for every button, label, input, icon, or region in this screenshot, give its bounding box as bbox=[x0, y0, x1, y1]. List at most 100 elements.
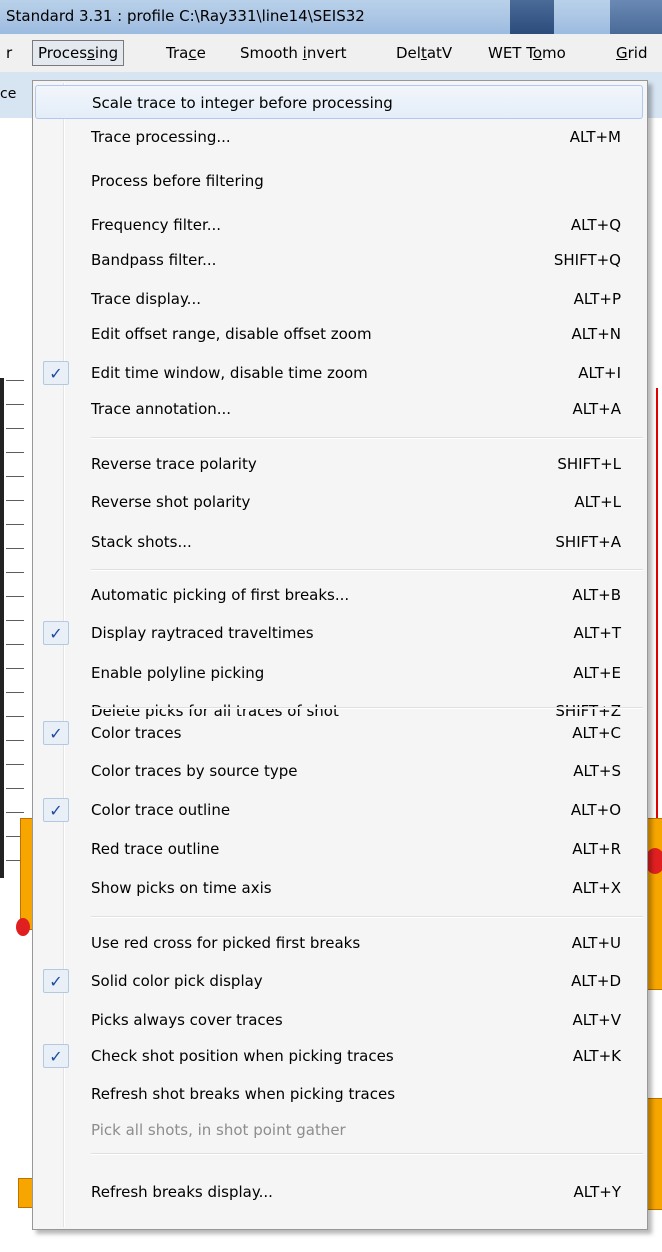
menu-item-label: Edit offset range, disable offset zoom bbox=[91, 325, 372, 343]
trace-red-line bbox=[656, 388, 658, 868]
menu-processing[interactable]: Processing bbox=[32, 40, 125, 66]
menu-grid[interactable]: Grid bbox=[616, 34, 647, 72]
menu-item-check-shot-position[interactable]: ✓ Check shot position when picking trace… bbox=[35, 1039, 643, 1073]
menu-item-shortcut: SHIFT+Q bbox=[553, 251, 621, 269]
window-title: Standard 3.31 : profile C:\Ray331\line14… bbox=[6, 7, 365, 25]
menu-item-label: Enable polyline picking bbox=[91, 664, 265, 682]
menu-separator bbox=[91, 569, 643, 571]
menu-item-label: Reverse shot polarity bbox=[91, 493, 251, 511]
menu-item-frequency-filter[interactable]: Frequency filter... ALT+Q bbox=[35, 208, 643, 242]
menu-item-trace-annotation[interactable]: Trace annotation... ALT+A bbox=[35, 392, 643, 426]
menu-item-shortcut: ALT+D bbox=[571, 972, 621, 990]
menu-item-use-red-cross[interactable]: Use red cross for picked first breaks AL… bbox=[35, 926, 643, 960]
menu-item-shortcut: ALT+L bbox=[574, 493, 621, 511]
menu-item-color-traces[interactable]: ✓ Color traces ALT+C bbox=[35, 716, 643, 750]
menu-item-pick-all-shots: Pick all shots, in shot point gather bbox=[35, 1113, 643, 1147]
menu-item-shortcut: ALT+S bbox=[573, 762, 621, 780]
menu-item-display-raytraced[interactable]: ✓ Display raytraced traveltimes ALT+T bbox=[35, 616, 643, 650]
menu-item-shortcut: ALT+X bbox=[572, 879, 621, 897]
menu-smooth-invert[interactable]: Smooth invert bbox=[240, 34, 347, 72]
menu-item-shortcut: ALT+Y bbox=[573, 1183, 621, 1201]
menu-item-stack-shots[interactable]: Stack shots... SHIFT+A bbox=[35, 525, 643, 559]
menu-item-label: Reverse trace polarity bbox=[91, 455, 257, 473]
menu-item-shortcut: ALT+R bbox=[572, 840, 621, 858]
menu-item-reverse-shot-polarity[interactable]: Reverse shot polarity ALT+L bbox=[35, 485, 643, 519]
strip-label: ce bbox=[0, 86, 17, 102]
menu-item-trace-display[interactable]: Trace display... ALT+P bbox=[35, 282, 643, 316]
menu-item-label: Bandpass filter... bbox=[91, 251, 217, 269]
menu-item-label: Refresh shot breaks when picking traces bbox=[91, 1085, 396, 1103]
menu-item-label: Refresh breaks display... bbox=[91, 1183, 273, 1201]
menu-item-color-trace-outline[interactable]: ✓ Color trace outline ALT+O bbox=[35, 793, 643, 827]
menu-item-shortcut: ALT+M bbox=[569, 128, 621, 146]
menu-item-label: Automatic picking of first breaks... bbox=[91, 586, 350, 604]
menu-item-label: Color trace outline bbox=[91, 801, 231, 819]
menu-item-label: Display raytraced traveltimes bbox=[91, 624, 314, 642]
menu-item-label: Pick all shots, in shot point gather bbox=[91, 1121, 346, 1139]
menu-separator bbox=[91, 437, 643, 439]
menu-item-picks-cover-traces[interactable]: Picks always cover traces ALT+V bbox=[35, 1003, 643, 1037]
menu-item-label: Color traces bbox=[91, 724, 182, 742]
menu-item-label: Use red cross for picked first breaks bbox=[91, 934, 361, 952]
menu-item-show-picks-time-axis[interactable]: Show picks on time axis ALT+X bbox=[35, 871, 643, 905]
menu-item-edit-offset-range[interactable]: Edit offset range, disable offset zoom A… bbox=[35, 317, 643, 351]
window-title-bar: Standard 3.31 : profile C:\Ray331\line14… bbox=[0, 0, 662, 34]
menu-bar: r Processing Trace Smooth invert DeltatV… bbox=[0, 34, 662, 73]
checkmark-icon: ✓ bbox=[43, 361, 69, 385]
menu-item-shortcut: ALT+A bbox=[572, 400, 621, 418]
menu-item-shortcut: ALT+K bbox=[572, 1047, 621, 1065]
menu-item-shortcut: ALT+O bbox=[570, 801, 621, 819]
menu-item-solid-color-pick[interactable]: ✓ Solid color pick display ALT+D bbox=[35, 964, 643, 998]
title-bar-decoration bbox=[610, 0, 662, 34]
menu-item-shortcut: ALT+I bbox=[578, 364, 621, 382]
pick-marker bbox=[16, 918, 30, 936]
menu-item-refresh-breaks-display[interactable]: Refresh breaks display... ALT+Y bbox=[35, 1175, 643, 1209]
menu-item-reverse-trace-polarity[interactable]: Reverse trace polarity SHIFT+L bbox=[35, 447, 643, 481]
menu-item-label: Trace processing... bbox=[91, 128, 231, 146]
checkmark-icon: ✓ bbox=[43, 621, 69, 645]
menu-item-shortcut: ALT+U bbox=[571, 934, 621, 952]
menu-item-process-before-filtering[interactable]: Process before filtering bbox=[35, 164, 643, 198]
menu-wet-tomo[interactable]: WET Tomo bbox=[488, 34, 566, 72]
menu-separator bbox=[91, 916, 643, 918]
menu-item-refresh-shot-breaks[interactable]: Refresh shot breaks when picking traces bbox=[35, 1077, 643, 1111]
menu-item-label: Red trace outline bbox=[91, 840, 220, 858]
menu-item-shortcut: ALT+Q bbox=[570, 216, 621, 234]
menu-item-label: Process before filtering bbox=[91, 172, 264, 190]
menu-item-automatic-picking[interactable]: Automatic picking of first breaks... ALT… bbox=[35, 578, 643, 612]
title-bar-decoration bbox=[510, 0, 554, 34]
menu-item-red-trace-outline[interactable]: Red trace outline ALT+R bbox=[35, 832, 643, 866]
menu-separator bbox=[91, 1153, 643, 1155]
menu-item-label: Edit time window, disable time zoom bbox=[91, 364, 368, 382]
menu-item-label: Stack shots... bbox=[91, 533, 192, 551]
menu-item-label: Check shot position when picking traces bbox=[91, 1047, 394, 1065]
menu-item-shortcut: ALT+V bbox=[572, 1011, 621, 1029]
menu-item-shortcut: ALT+T bbox=[573, 624, 621, 642]
menu-item-label: Trace display... bbox=[91, 290, 201, 308]
menu-item-shortcut: ALT+P bbox=[573, 290, 621, 308]
menu-item-enable-polyline[interactable]: Enable polyline picking ALT+E bbox=[35, 656, 643, 690]
menu-item-shortcut: ALT+B bbox=[572, 586, 621, 604]
checkmark-icon: ✓ bbox=[43, 721, 69, 745]
menu-item-shortcut: ALT+C bbox=[572, 724, 621, 742]
menu-item-label: Frequency filter... bbox=[91, 216, 222, 234]
menu-item-label: Show picks on time axis bbox=[91, 879, 272, 897]
menu-trace[interactable]: Trace bbox=[166, 34, 206, 72]
menu-item-shortcut: SHIFT+L bbox=[557, 455, 621, 473]
checkmark-icon: ✓ bbox=[43, 969, 69, 993]
processing-menu: Scale trace to integer before processing… bbox=[32, 80, 648, 1230]
menu-partial[interactable]: r bbox=[6, 34, 12, 72]
time-axis-ticks bbox=[6, 368, 24, 868]
menu-item-bandpass-filter[interactable]: Bandpass filter... SHIFT+Q bbox=[35, 243, 643, 277]
menu-item-scale-trace[interactable]: Scale trace to integer before processing bbox=[35, 85, 643, 119]
menu-item-edit-time-window[interactable]: ✓ Edit time window, disable time zoom AL… bbox=[35, 356, 643, 390]
menu-item-label: Color traces by source type bbox=[91, 762, 298, 780]
menu-item-label: Solid color pick display bbox=[91, 972, 263, 990]
menu-item-color-traces-by-source[interactable]: Color traces by source type ALT+S bbox=[35, 754, 643, 788]
menu-deltatv[interactable]: DeltatV bbox=[396, 34, 452, 72]
menu-item-label: Trace annotation... bbox=[91, 400, 232, 418]
menu-separator bbox=[91, 707, 643, 709]
menu-item-label: Scale trace to integer before processing bbox=[92, 94, 393, 112]
time-axis-line bbox=[0, 378, 4, 878]
menu-item-trace-processing[interactable]: Trace processing... ALT+M bbox=[35, 120, 643, 154]
